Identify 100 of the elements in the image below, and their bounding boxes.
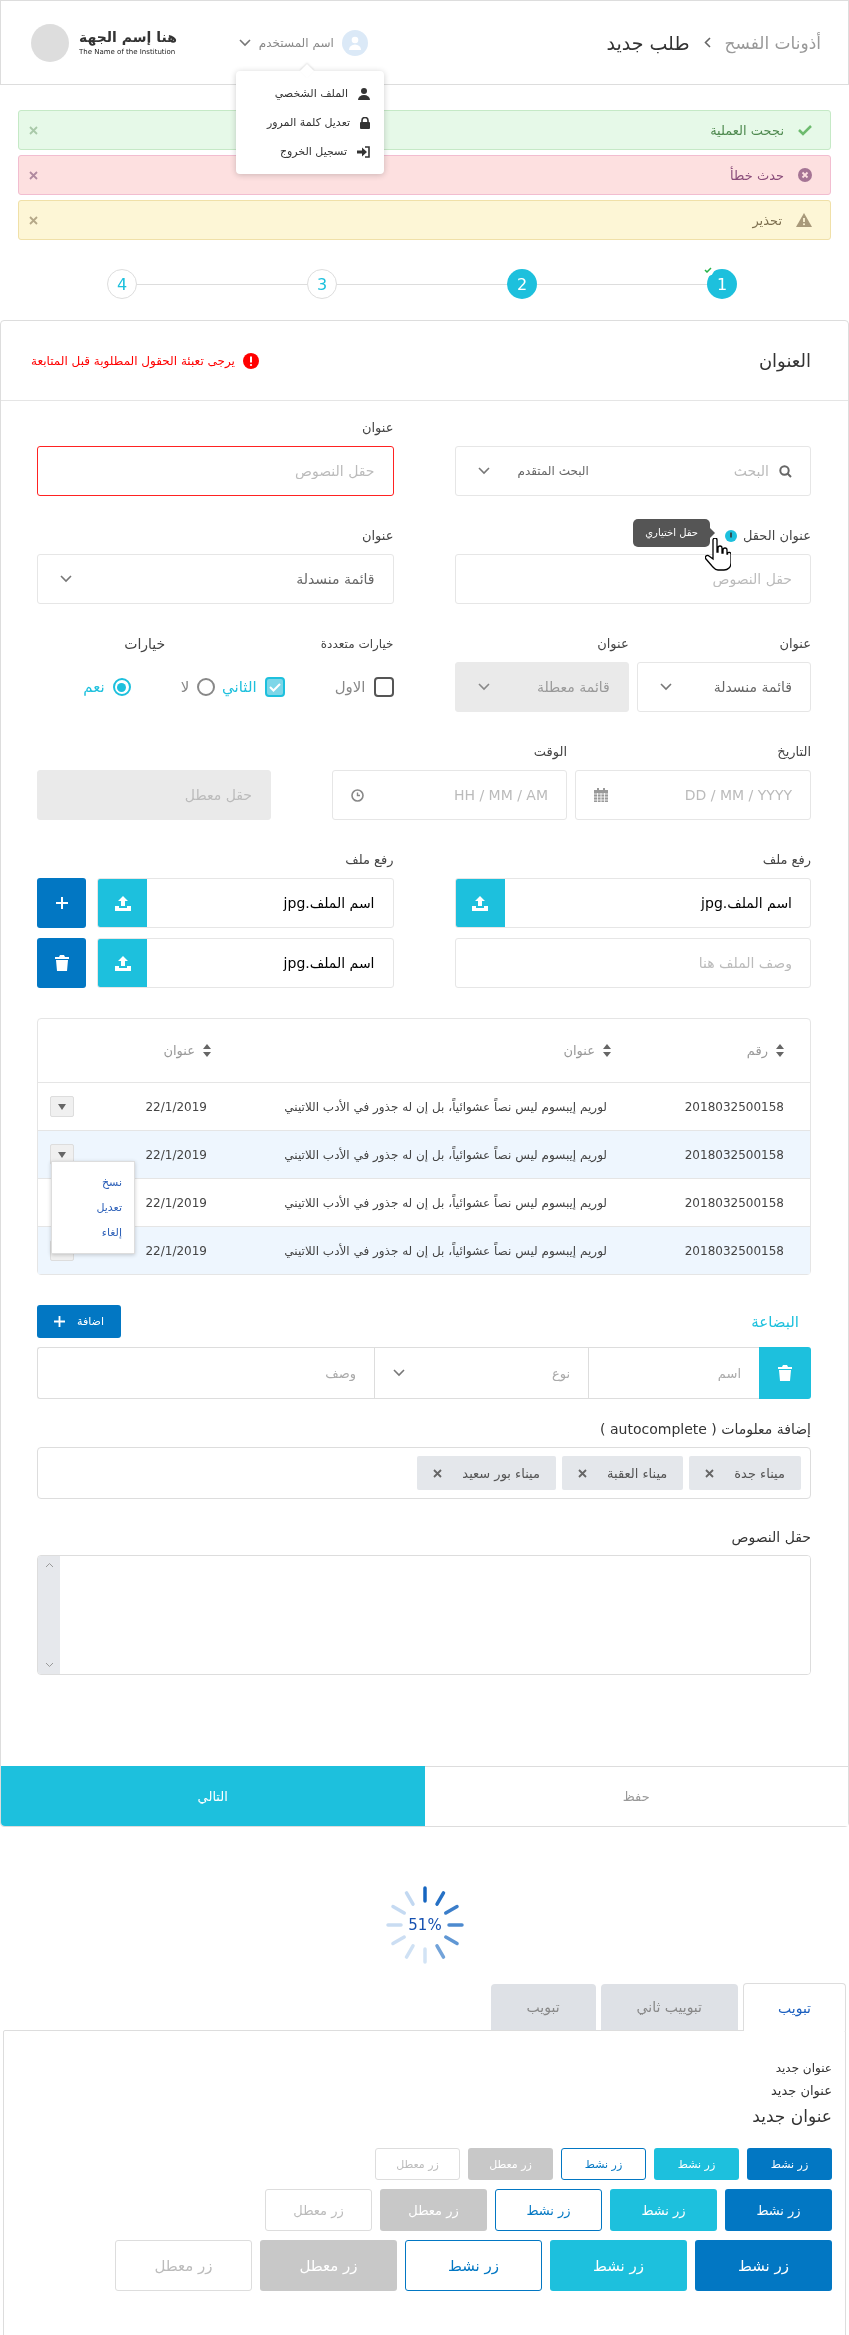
menu-item[interactable]: تعديل <box>52 1195 134 1220</box>
upload-button[interactable] <box>98 879 147 927</box>
upload-icon <box>114 895 131 911</box>
close-icon[interactable] <box>29 170 38 180</box>
checkbox[interactable] <box>264 677 285 697</box>
group-label: خيارات متعددة <box>319 636 394 653</box>
add-button[interactable] <box>37 878 86 928</box>
error-message: يرجى تعبئة الحقول المطلوبة قبل المتابعة <box>31 353 235 368</box>
alert-text: حدث خطأ <box>730 167 784 183</box>
file-field[interactable]: اسم الملف.jpg <box>97 938 394 988</box>
field-label: الوقت <box>532 743 567 762</box>
tag-chip[interactable]: ميناء بور سعيد <box>417 1456 556 1490</box>
column-header[interactable]: عنوان <box>563 1043 595 1058</box>
chevron-down-icon <box>238 38 251 47</box>
sort-icon[interactable] <box>776 1044 784 1057</box>
time-field[interactable]: HH / MM / AM <box>332 770 567 820</box>
search-input[interactable]: البحث <box>598 463 769 479</box>
delete-button[interactable] <box>37 938 86 988</box>
check-icon <box>268 682 281 692</box>
remove-icon[interactable] <box>705 1468 715 1478</box>
upload-button[interactable] <box>455 879 505 927</box>
action-button[interactable]: زر نشط <box>495 2189 602 2231</box>
row-menu-button[interactable] <box>50 1096 74 1117</box>
file-name-input[interactable]: اسم الملف.jpg <box>157 895 393 911</box>
dropdown[interactable]: قائمة منسدلة <box>636 662 811 712</box>
chevron-down-icon <box>477 467 490 475</box>
time-input[interactable]: HH / MM / AM <box>374 787 548 803</box>
user-name[interactable]: اسم المستخدم <box>258 35 334 50</box>
delete-button[interactable] <box>759 1347 811 1399</box>
user-avatar-icon[interactable] <box>341 29 368 56</box>
menu-item[interactable]: نسخ <box>52 1170 134 1195</box>
text-field[interactable]: حقل النصوص <box>37 446 394 496</box>
date-input[interactable]: DD / MM / YYYY <box>618 787 792 803</box>
column-header[interactable]: رقم <box>746 1043 768 1058</box>
column-header[interactable]: عنوان <box>163 1043 195 1058</box>
progress-label: 51% <box>407 1916 442 1934</box>
group-label: خيارات <box>123 635 167 654</box>
info-icon[interactable] <box>724 530 737 542</box>
save-button[interactable]: حفظ <box>424 1766 848 1826</box>
sort-icon[interactable] <box>603 1044 611 1057</box>
tab[interactable]: تبويب <box>490 1984 596 2030</box>
caret-icon <box>58 1151 66 1158</box>
table-cell: لوريم إيبسوم ليس نصاً عشوائياً، بل إن له جذور في الأدب اللاتيني <box>284 1243 607 1258</box>
chevron-down-icon <box>60 575 72 583</box>
tab[interactable]: تبويب <box>743 1983 846 2031</box>
remove-icon[interactable] <box>578 1468 587 1478</box>
upload-icon <box>472 895 488 911</box>
scroll-up-icon[interactable] <box>44 1562 54 1568</box>
date-field[interactable]: DD / MM / YYYY <box>575 770 811 820</box>
name-field[interactable]: اسم <box>588 1347 759 1399</box>
action-button[interactable]: زر نشط <box>405 2240 542 2291</box>
file-name-input[interactable]: اسم الملف.jpg <box>157 955 393 971</box>
hand-cursor-icon <box>705 538 731 572</box>
field-label: عنوان <box>596 635 629 654</box>
clock-icon <box>351 788 364 802</box>
field-label: عنوان <box>778 635 811 654</box>
tag-chip[interactable]: ميناء جدة <box>689 1456 801 1490</box>
action-button[interactable]: زر نشط <box>561 2148 646 2180</box>
plus-icon <box>55 897 68 909</box>
scroll-down-icon[interactable] <box>44 1662 54 1668</box>
file-field[interactable]: اسم الملف.jpg <box>454 878 811 928</box>
page-title: طلب جديد <box>606 31 690 54</box>
radio-button[interactable] <box>197 678 216 696</box>
table-cell: 2018032500158 <box>684 1195 784 1210</box>
table-cell: لوريم إيبسوم ليس نصاً عشوائياً، بل إن له جذور في الأدب اللاتيني <box>284 1195 607 1210</box>
remove-icon[interactable] <box>433 1468 443 1478</box>
type-dropdown[interactable]: نوع <box>374 1347 588 1399</box>
action-button[interactable]: زر نشط <box>747 2148 832 2180</box>
menu-item[interactable]: الملف الشخصي <box>274 87 348 100</box>
heading: عنوان جديد <box>771 2083 832 2098</box>
tab[interactable]: تبوييب ثاني <box>600 1984 738 2030</box>
table-cell: 2018032500158 <box>684 1243 784 1258</box>
action-button[interactable]: زر نشط <box>695 2240 832 2291</box>
table-cell: 2018032500158 <box>684 1147 784 1162</box>
checkbox-label[interactable]: الاول <box>334 678 366 696</box>
tag-input[interactable]: ميناء جدة ميناء العقبة ميناء بور سعيد <box>37 1447 811 1499</box>
heading: عنوان جديد <box>775 2061 832 2075</box>
file-name-input[interactable]: اسم الملف.jpg <box>514 895 810 911</box>
heading: عنوان جديد <box>752 2106 832 2126</box>
field-label: عنوان <box>360 527 394 546</box>
search-field[interactable]: البحث البحث المتقدم <box>454 446 811 496</box>
add-button[interactable]: اضافة <box>37 1305 121 1338</box>
checkbox[interactable] <box>373 677 394 697</box>
sort-icon[interactable] <box>203 1044 211 1057</box>
radio-button[interactable] <box>112 678 131 696</box>
alert-text: نجحت العملية <box>710 122 784 138</box>
description-field[interactable]: وصف <box>37 1347 374 1399</box>
advanced-search-dropdown[interactable]: البحث المتقدم <box>477 464 589 478</box>
breadcrumb-link[interactable]: أذونات الفسح <box>724 32 821 53</box>
file-field[interactable]: اسم الملف.jpg <box>97 878 394 928</box>
action-button[interactable]: زر نشط <box>725 2189 832 2231</box>
field-label: إضافة معلومات ( autocomplete ) <box>600 1421 811 1437</box>
tag-chip[interactable]: ميناء العقبة <box>562 1456 684 1490</box>
radio-label[interactable]: لا <box>180 678 190 696</box>
close-icon[interactable] <box>29 215 38 225</box>
dropdown[interactable]: قائمة منسدلة <box>37 554 394 604</box>
menu-item[interactable]: إلغاء <box>52 1220 134 1245</box>
user-icon <box>358 87 370 100</box>
upload-button[interactable] <box>98 939 147 987</box>
description-field[interactable]: وصف الملف هنا <box>454 938 811 988</box>
